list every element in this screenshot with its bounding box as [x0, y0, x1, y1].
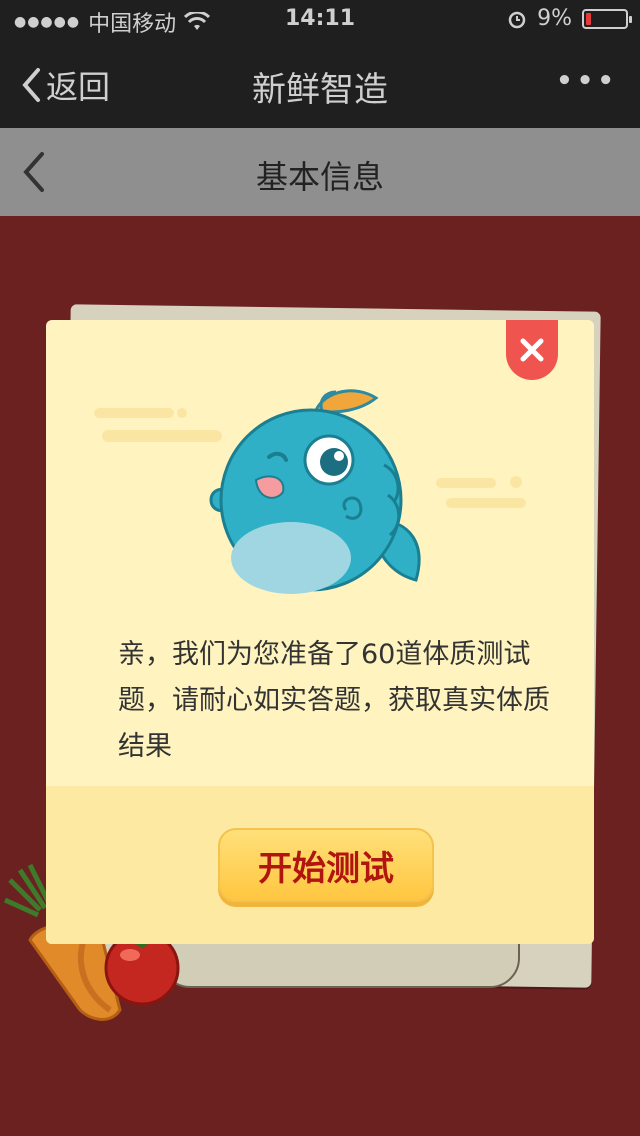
battery-icon [582, 8, 632, 29]
battery-percent: 9% [537, 6, 572, 31]
close-button[interactable] [506, 320, 558, 380]
alarm-icon [508, 11, 526, 28]
battery-level [586, 12, 591, 25]
page-header: 基本信息 [0, 128, 640, 216]
dialog-message: 亲，我们为您准备了60道体质测试题，请耐心如实答题，获取真实体质结果 [118, 639, 550, 762]
page-title: 基本信息 [255, 158, 384, 196]
start-test-button[interactable]: 开始测试 [218, 828, 434, 902]
status-bar: ●●●●● 中国移动 14:11 9% [0, 0, 640, 40]
more-button[interactable]: ••• [556, 66, 618, 96]
fish-mascot-icon [209, 389, 421, 594]
status-bar-right: 9% [507, 6, 632, 31]
close-icon [520, 338, 544, 362]
cloud-decoration [94, 408, 222, 442]
nav-title: 新鲜智造 [252, 70, 388, 110]
intro-dialog: 亲，我们为您准备了60道体质测试题，请耐心如实答题，获取真实体质结果 开始测试 [46, 320, 594, 944]
nav-bar: 返回 新鲜智造 ••• [0, 40, 640, 128]
cloud-decoration [436, 476, 526, 508]
